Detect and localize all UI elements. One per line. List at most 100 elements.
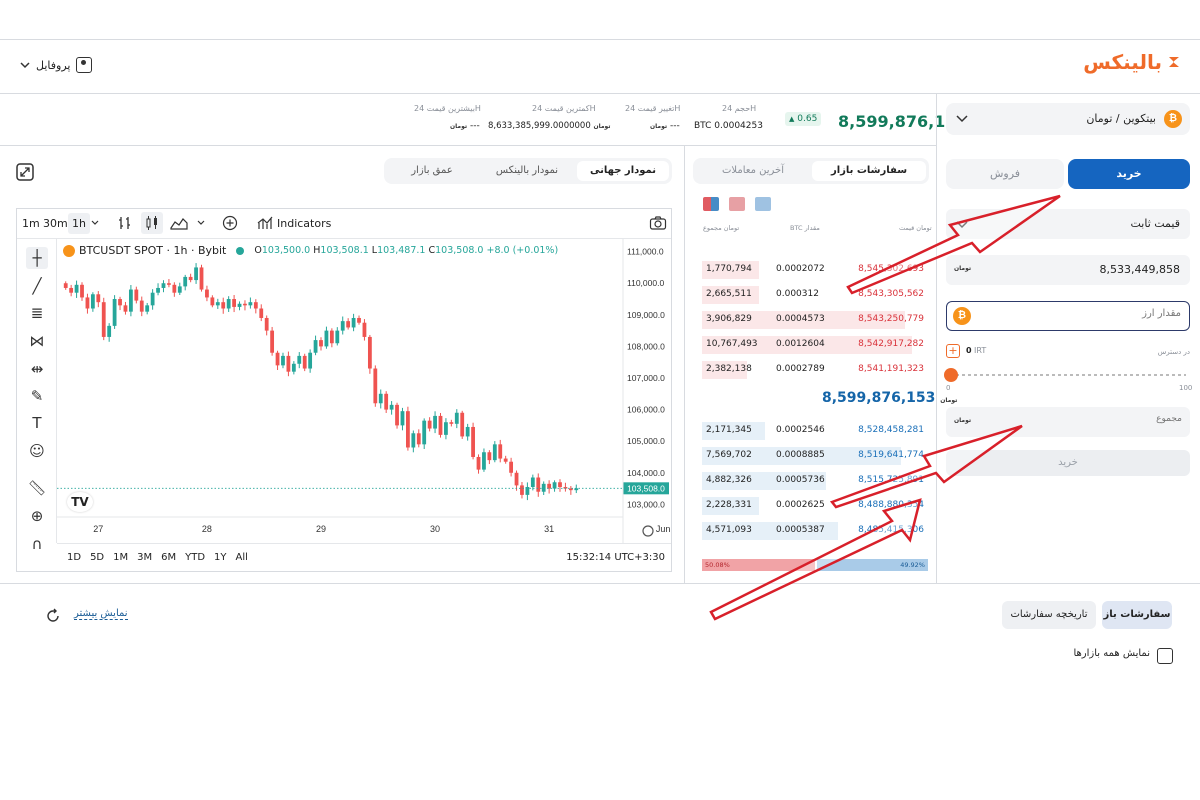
book-divider <box>684 146 685 583</box>
submit-buy-button[interactable]: خرید <box>946 450 1190 476</box>
sell-tab[interactable]: فروش <box>946 159 1064 189</box>
bid-row[interactable]: 2,228,331 0.0002625 8,488,880,354 <box>702 496 928 516</box>
candles-style-button[interactable] <box>141 212 163 234</box>
interval-1h[interactable]: 1h <box>68 213 90 234</box>
x-axis: 27 28 29 30 31 Jun <box>93 524 670 534</box>
chevron-down-icon[interactable] <box>197 220 205 226</box>
crosshair-icon[interactable]: ┼ <box>26 247 48 269</box>
toman-glyph: تومان <box>940 397 958 404</box>
candle <box>498 444 503 459</box>
tab-global-chart[interactable]: نمودار جهانی <box>577 161 669 181</box>
last-price-tag-text: 103,508.0 <box>627 483 665 493</box>
total-input[interactable]: تومان <box>946 407 1190 437</box>
toman-glyph: تومان <box>593 123 611 130</box>
tab-market-orders[interactable]: سفارشات بازار <box>812 161 926 181</box>
candle <box>492 444 497 461</box>
amount-input[interactable]: ₿ <box>946 301 1190 331</box>
all-markets-checkbox[interactable] <box>1157 648 1173 664</box>
ohlc-values: O103,500.0 H103,508.1 L103,487.1 C103,50… <box>254 245 558 256</box>
range-1m[interactable]: 1M <box>113 552 128 563</box>
range-1d[interactable]: 1D <box>67 552 81 563</box>
row-amount: 0.0005387 <box>776 525 825 535</box>
amount-slider-track[interactable] <box>950 374 1186 376</box>
tab-market-depth[interactable]: عمق بازار <box>387 161 477 181</box>
chevron-down-icon[interactable] <box>91 220 99 226</box>
bid-row[interactable]: 7,569,702 0.0008885 8,519,641,774 <box>702 446 928 466</box>
fib-retracement-icon[interactable]: ≣ <box>26 302 48 324</box>
range-6m[interactable]: 6M <box>161 552 176 563</box>
tab-order-history[interactable]: تاریخچه سفارشات <box>1002 601 1096 629</box>
range-3m[interactable]: 3M <box>137 552 152 563</box>
candle <box>291 363 296 372</box>
indicators-button[interactable]: Indicators <box>277 217 331 230</box>
amount-slider-knob[interactable] <box>944 368 958 382</box>
profile-label: پروفایل <box>36 58 71 72</box>
pattern-icon[interactable]: ⋈ <box>26 330 48 352</box>
bid-row[interactable]: 4,571,093 0.0005387 8,485,415,306 <box>702 521 928 541</box>
pair-selector[interactable]: ₿ بیتکوین / تومان <box>946 103 1190 135</box>
expand-icon[interactable] <box>16 163 34 181</box>
symbol-title[interactable]: BTCUSDT SPOT · 1h · Bybit <box>79 244 226 257</box>
bid-row[interactable]: 4,882,326 0.0005736 8,515,725,891 <box>702 471 928 491</box>
candle <box>351 317 356 328</box>
zoom-in-icon[interactable]: ⊕ <box>26 505 48 527</box>
price-chart[interactable]: 111,000.0 110,000.0 109,000.0 108,000.0 107,… <box>57 239 671 543</box>
deposit-plus-icon[interactable]: + <box>946 344 960 358</box>
emoji-icon[interactable]: ☺ <box>26 440 48 462</box>
candle <box>96 294 101 303</box>
buy-tab[interactable]: خرید <box>1068 159 1190 189</box>
tab-open-orders[interactable]: سفارشات باز <box>1102 601 1172 629</box>
price-input[interactable]: 8,533,449,858 تومان <box>946 255 1190 285</box>
change24-label: تغییر قیمت 24H <box>625 104 681 113</box>
view-both-icon[interactable] <box>703 197 719 211</box>
area-style-icon[interactable] <box>170 215 188 231</box>
ask-row[interactable]: 2,665,511 0.000312 8,543,305,562 <box>702 285 928 305</box>
x-tick-label: 30 <box>430 524 440 534</box>
ask-row[interactable]: 1,770,794 0.0002072 8,545,302,693 <box>702 260 928 280</box>
order-type-select[interactable]: قیمت ثابت <box>946 209 1190 239</box>
ask-row[interactable]: 2,382,138 0.0002789 8,541,191,323 <box>702 360 928 380</box>
trendline-icon[interactable]: ╱ <box>26 275 48 297</box>
interval-30m[interactable]: 30m <box>43 217 68 230</box>
text-tool-icon[interactable]: T <box>26 412 48 434</box>
profile-menu[interactable]: پروفایل <box>20 57 93 73</box>
range-1y[interactable]: 1Y <box>214 552 226 563</box>
candle <box>547 483 552 489</box>
candle <box>161 283 166 288</box>
candle <box>275 352 280 366</box>
total-field[interactable] <box>992 414 1182 424</box>
prediction-icon[interactable]: ⇹ <box>26 358 48 380</box>
tab-balinex-chart[interactable]: نمودار بالینکس <box>481 161 573 181</box>
view-asks-icon[interactable] <box>729 197 745 211</box>
amount-field[interactable] <box>991 308 1181 319</box>
camera-icon[interactable] <box>649 215 667 231</box>
range-all[interactable]: All <box>236 552 248 563</box>
magnet-icon[interactable]: ∩ <box>26 533 48 555</box>
y-tick-label: 108,000.0 <box>627 341 665 351</box>
bars-style-icon[interactable] <box>117 215 133 231</box>
settings-gear-icon[interactable] <box>642 525 654 537</box>
view-bids-icon[interactable] <box>755 197 771 211</box>
interval-1m[interactable]: 1m <box>22 217 40 230</box>
indicators-icon[interactable] <box>257 215 273 231</box>
tradingview-logo[interactable]: TV <box>67 492 93 512</box>
row-total: 2,382,138 <box>706 364 752 374</box>
refresh-icon[interactable] <box>44 607 62 625</box>
ask-row[interactable]: 3,906,829 0.0004573 8,543,250,779 <box>702 310 928 330</box>
range-5d[interactable]: 5D <box>90 552 104 563</box>
candle <box>74 284 79 293</box>
compare-plus-icon[interactable] <box>222 215 238 231</box>
bid-row[interactable]: 2,171,345 0.0002546 8,528,458,281 <box>702 421 928 441</box>
show-more-link[interactable]: نمایش بیشتر <box>74 608 128 620</box>
tab-last-trades[interactable]: آخرین معاملات <box>696 161 810 181</box>
candle <box>471 426 475 457</box>
row-price: 8,541,191,323 <box>858 364 924 374</box>
range-ytd[interactable]: YTD <box>185 552 205 563</box>
logo[interactable]: بالینکس <box>1083 50 1182 74</box>
ask-row[interactable]: 10,767,493 0.0012604 8,542,917,282 <box>702 335 928 355</box>
ruler-icon[interactable]: 📏︎ <box>26 477 48 499</box>
brush-icon[interactable]: ✎ <box>26 385 48 407</box>
y-tick-label: 107,000.0 <box>627 373 665 383</box>
low-value: تومان 8,633,385,999.0000000 <box>488 121 611 131</box>
row-amount: 0.000312 <box>776 289 819 299</box>
